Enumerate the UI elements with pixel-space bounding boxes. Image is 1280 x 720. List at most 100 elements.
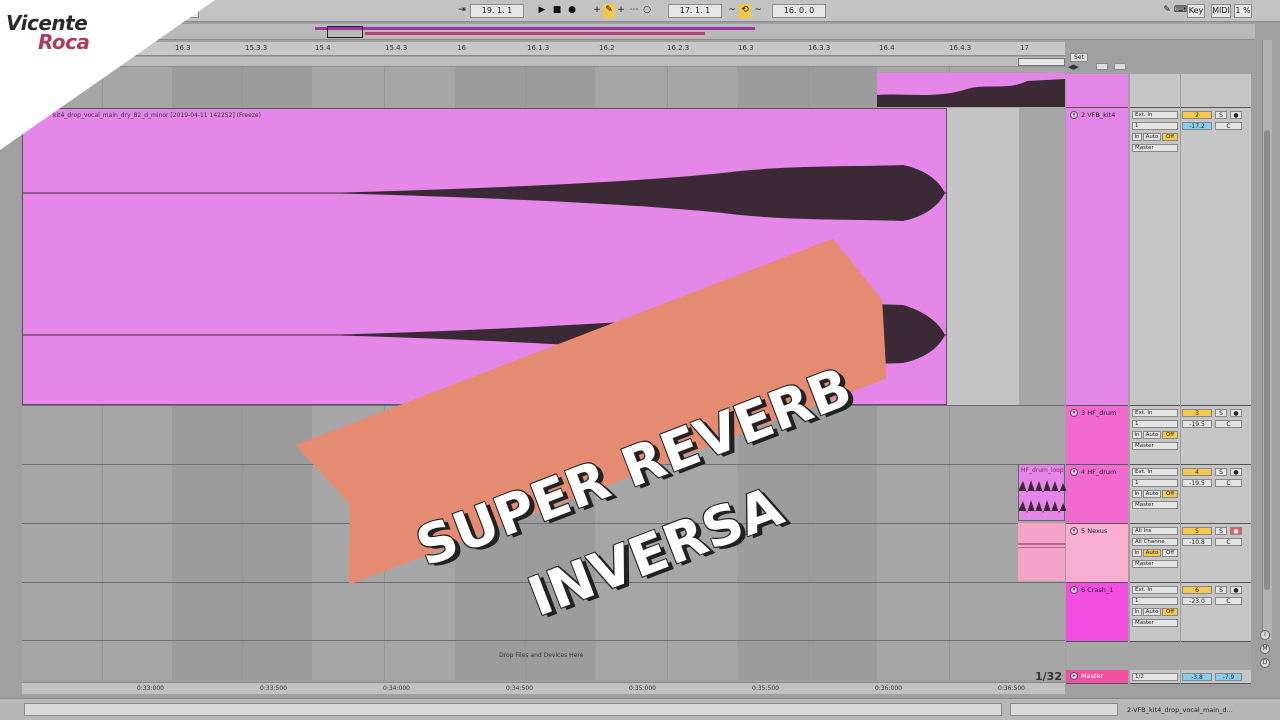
monitor-in-button[interactable]: In [1132,431,1142,439]
fold-icon[interactable]: ▾ [1070,527,1078,535]
arm-button[interactable]: ● [1230,409,1242,417]
mixer-toggle-icon[interactable]: M [1260,644,1270,654]
track-header-hf-drum-3[interactable]: ▾ 3 HF_drum [1066,406,1128,465]
overdub-icon[interactable]: + [591,4,603,18]
track-activator-button[interactable]: 5 [1182,527,1212,535]
solo-button[interactable]: S [1215,527,1227,535]
record-icon[interactable]: ● [566,4,578,18]
draw-mode-icon[interactable]: ✎ [1161,4,1173,18]
solo-button[interactable]: S [1215,409,1227,417]
track-header-hf-drum-4[interactable]: ▾ 4 HF_drum [1066,465,1128,524]
expand-icon[interactable] [1096,63,1108,70]
session-record-icon[interactable]: ○ [641,4,653,18]
loop-switch-icon[interactable]: ⟲ [739,4,751,18]
pan-field[interactable]: C [1215,479,1242,487]
monitor-in-button[interactable]: In [1132,133,1142,141]
monitor-auto-button[interactable]: Auto [1143,608,1161,616]
pan-field[interactable]: C [1215,597,1242,605]
overview-viewport[interactable] [327,26,363,38]
monitor-off-button[interactable]: Off [1162,490,1178,498]
clip-nexus[interactable] [1018,523,1065,581]
volume-field[interactable]: -17.2 [1182,122,1212,130]
set-label[interactable]: Set [1070,53,1088,62]
computer-keyboard-icon[interactable]: ⌨ [1174,4,1187,18]
volume-field[interactable]: -3.8 [1182,673,1212,681]
io-toggle-icon[interactable]: I [1260,630,1270,640]
monitor-in-button[interactable]: In [1132,490,1142,498]
volume-field[interactable]: -19.5 [1182,420,1212,428]
volume-field[interactable]: -10.8 [1182,538,1212,546]
input-type-select[interactable]: All Ins [1132,527,1178,535]
monitor-auto-button[interactable]: Auto [1143,431,1161,439]
stop-icon[interactable]: ■ [551,4,563,18]
track-activator-button[interactable]: 3 [1182,409,1212,417]
output-select[interactable]: Master [1132,619,1178,627]
lock-icon[interactable] [1114,63,1126,70]
fold-icon[interactable]: ▾ [1070,111,1078,119]
monitor-off-button[interactable]: Off [1162,549,1178,557]
track-activator-button[interactable]: 2 [1182,111,1212,119]
monitor-off-button[interactable]: Off [1162,431,1178,439]
clip-hf-drum-loop[interactable]: HF_drum_loop [1018,464,1066,521]
input-channel-select[interactable]: All Channe [1132,538,1178,546]
output-select[interactable]: Master [1132,144,1178,152]
input-channel-select[interactable]: 1 [1132,420,1178,428]
input-channel-select[interactable]: 1 [1132,122,1178,130]
input-channel-select[interactable]: 1 [1132,479,1178,487]
input-type-select[interactable]: Ext. In [1132,586,1178,594]
track-header-crash[interactable]: ▾ 6 Crash_1 [1066,583,1128,642]
track-activator-button[interactable]: 4 [1182,468,1212,476]
monitor-auto-button[interactable]: Auto [1143,490,1161,498]
input-channel-select[interactable]: 1 [1132,597,1178,605]
arm-button[interactable]: ● [1230,468,1242,476]
output-select[interactable]: Master [1132,501,1178,509]
solo-button[interactable]: S [1215,111,1227,119]
arrangement-overview[interactable] [135,24,1255,40]
monitor-off-button[interactable]: Off [1162,608,1178,616]
key-map-button[interactable]: Key [1187,4,1205,18]
loop-length-field[interactable]: 16. 0. 0 [772,4,826,18]
arrangement-position-field[interactable]: 19. 1. 1 [470,4,524,18]
track-name[interactable]: Master [1081,672,1103,680]
fold-icon[interactable]: ▸ [1070,672,1078,680]
clip-track1-tail[interactable] [877,73,1065,107]
fold-icon[interactable]: ▾ [1070,586,1078,594]
track-name[interactable]: 2 VFB_kit4 [1081,111,1115,119]
solo-button[interactable]: S [1215,586,1227,594]
output-select[interactable]: 1/2 [1132,673,1178,681]
fold-icon[interactable]: ▾ [1070,468,1078,476]
nav-arrows-icon[interactable]: ◀▶ [1068,63,1079,71]
play-icon[interactable]: ▶ [536,4,548,18]
midi-map-button[interactable]: MIDI [1211,4,1231,18]
track-name[interactable]: 3 HF_drum [1081,409,1116,417]
output-select[interactable]: Master [1132,560,1178,568]
delay-toggle-icon[interactable]: D [1260,658,1270,668]
time-ruler[interactable]: 0:33:000 0:33:500 0:34:000 0:34:500 0:35… [22,682,1065,694]
scrollbar-thumb[interactable] [1264,130,1270,590]
loop-brace[interactable] [1018,58,1065,66]
arm-button[interactable]: ● [1230,111,1242,119]
punch-in-icon[interactable]: ~ [726,4,738,18]
pan-field[interactable]: C [1215,538,1242,546]
automation-arm-icon[interactable]: ✎ [603,4,615,18]
pan-field[interactable]: C [1215,420,1242,428]
punch-out-icon[interactable]: ~ [752,4,764,18]
arm-button[interactable]: ● [1230,586,1242,594]
track-activator-button[interactable]: 6 [1182,586,1212,594]
input-type-select[interactable]: Ext. In [1132,409,1178,417]
input-type-select[interactable]: Ext. In [1132,111,1178,119]
follow-icon[interactable]: ⇥ [456,4,468,18]
track-header-master[interactable]: ▸ Master [1066,670,1128,684]
reenable-automation-icon[interactable]: + [615,4,627,18]
volume-field[interactable]: -23.0 [1182,597,1212,605]
track-name[interactable]: 4 HF_drum [1081,468,1116,476]
track-name[interactable]: 6 Crash_1 [1081,586,1113,594]
fold-icon[interactable]: ▾ [1070,409,1078,417]
monitor-auto-button[interactable]: Auto [1143,133,1161,141]
input-type-select[interactable]: Ext. In [1132,468,1178,476]
track-header-vfb-kit4[interactable]: ▾ 2 VFB_kit4 [1066,108,1128,406]
loop-start-field[interactable]: 17. 1. 1 [668,4,722,18]
monitor-in-button[interactable]: In [1132,549,1142,557]
solo-button[interactable]: S [1215,468,1227,476]
arm-button[interactable]: ● [1230,527,1242,535]
